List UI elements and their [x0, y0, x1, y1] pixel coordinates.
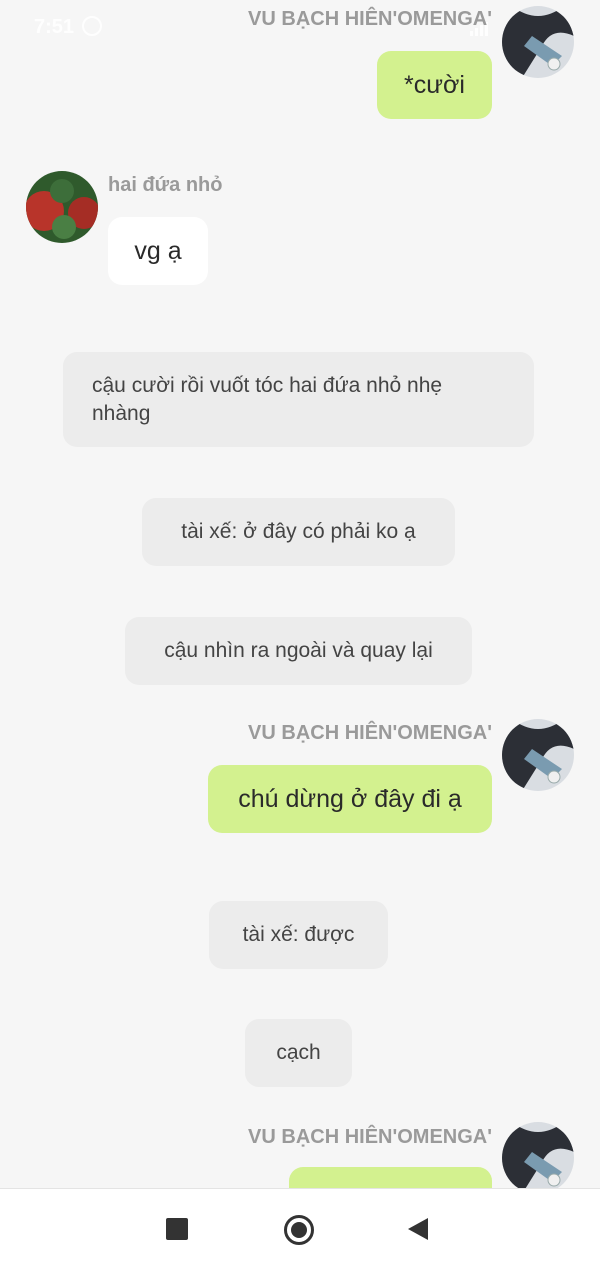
sender-name: VU BẠCH HIÊN'OMENGA': [248, 8, 492, 30]
narration-bubble[interactable]: cậu nhìn ra ngoài và quay lại: [125, 617, 472, 685]
back-triangle-icon[interactable]: [408, 1215, 436, 1243]
avatar[interactable]: [502, 6, 574, 78]
narration-bubble[interactable]: cạch: [245, 1019, 352, 1087]
recents-square-icon[interactable]: [163, 1215, 191, 1243]
status-time: 7:51: [34, 16, 75, 38]
sender-name: VU BẠCH HIÊN'OMENGA': [248, 1126, 492, 1148]
avatar[interactable]: [502, 719, 574, 791]
message-bubble[interactable]: vg ạ: [108, 217, 208, 285]
sender-name: VU BẠCH HIÊN'OMENGA': [248, 722, 492, 744]
narration-bubble[interactable]: tài xế: ở đây có phải ko ạ: [142, 498, 455, 566]
message-bubble[interactable]: chú dừng ở đây đi ạ: [208, 765, 492, 833]
home-circle-icon[interactable]: [284, 1215, 314, 1245]
navigation-bar: [0, 1188, 600, 1267]
narration-bubble[interactable]: cậu cười rồi vuốt tóc hai đứa nhỏ nhẹ nh…: [63, 352, 534, 447]
sender-name: hai đứa nhỏ: [108, 174, 223, 196]
narration-bubble[interactable]: tài xế: được: [209, 901, 388, 969]
avatar[interactable]: [26, 171, 98, 243]
notification-icon: [82, 16, 102, 36]
message-bubble[interactable]: *cười: [377, 51, 492, 119]
avatar[interactable]: [502, 1122, 574, 1194]
